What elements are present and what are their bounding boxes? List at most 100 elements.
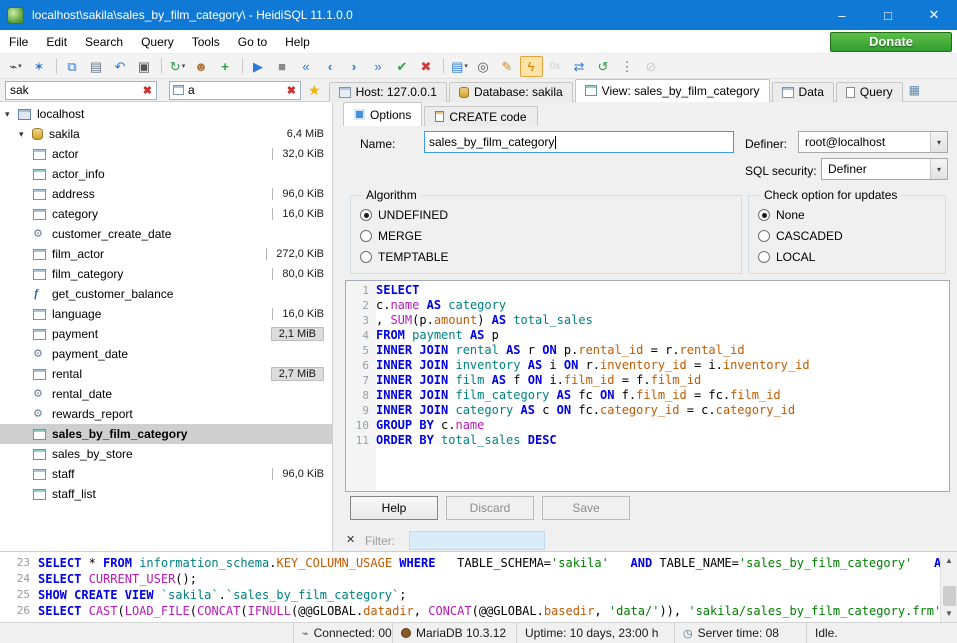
tree-item[interactable]: ▾ sakila 6,4 MiB bbox=[0, 124, 332, 144]
discard-button[interactable]: Discard bbox=[446, 496, 534, 520]
help-button[interactable]: Help bbox=[350, 496, 438, 520]
tree-item[interactable]: ▾ localhost bbox=[0, 104, 332, 124]
code-line: 3 , SUM(p.amount) AS total_sales bbox=[346, 313, 949, 328]
create-new-icon[interactable]: + bbox=[214, 56, 237, 77]
menu-item[interactable]: Edit bbox=[37, 30, 76, 53]
more-icon[interactable]: ⋮ bbox=[616, 56, 639, 77]
tree-item[interactable]: rental 2,7 MiB bbox=[0, 364, 332, 384]
export-icon[interactable]: ▤ bbox=[85, 56, 108, 77]
maximize-button[interactable]: □ bbox=[865, 0, 911, 30]
cancel-x-icon[interactable]: ✖ bbox=[415, 56, 438, 77]
scrollbar-thumb[interactable] bbox=[943, 586, 956, 606]
tree-item[interactable]: staff 96,0 KiB bbox=[0, 464, 332, 484]
menu-item[interactable]: Go to bbox=[229, 30, 276, 53]
tree-item[interactable]: payment 2,1 MiB bbox=[0, 324, 332, 344]
clear-filter-icon[interactable]: ✖ bbox=[139, 84, 156, 97]
menu-item[interactable]: File bbox=[0, 30, 37, 53]
tree-item[interactable]: actor 32,0 KiB bbox=[0, 144, 332, 164]
undo-icon[interactable]: ↶ bbox=[109, 56, 132, 77]
tree-item[interactable]: film_category 80,0 KiB bbox=[0, 264, 332, 284]
log-line: 25 SHOW CREATE VIEW `sakila`.`sales_by_f… bbox=[0, 587, 940, 603]
column-filter-input[interactable] bbox=[184, 83, 283, 97]
toolbar-separator[interactable] bbox=[56, 58, 57, 74]
tree-item[interactable]: language 16,0 KiB bbox=[0, 304, 332, 324]
tree-item[interactable]: address 96,0 KiB bbox=[0, 184, 332, 204]
view-name-input[interactable]: sales_by_film_category bbox=[424, 131, 734, 153]
tree-item[interactable]: staff_list bbox=[0, 484, 332, 504]
filter-input[interactable] bbox=[409, 531, 545, 550]
tree-item[interactable]: payment_date bbox=[0, 344, 332, 364]
apply-check-icon[interactable]: ✔ bbox=[391, 56, 414, 77]
scroll-up-icon[interactable]: ▲ bbox=[945, 552, 953, 569]
new-query-tab-button[interactable]: ▦ bbox=[909, 83, 920, 97]
main-tab[interactable]: Query bbox=[836, 82, 903, 102]
nav-first-icon[interactable]: « bbox=[295, 56, 318, 77]
definer-select[interactable]: root@localhost ▾ bbox=[798, 131, 948, 153]
chevron-down-icon[interactable]: ▾ bbox=[930, 132, 947, 152]
tree-item[interactable]: customer_create_date bbox=[0, 224, 332, 244]
tree-expander-icon[interactable]: ▾ bbox=[19, 129, 32, 140]
tree-item[interactable]: sales_by_film_category bbox=[0, 424, 332, 444]
tree-item[interactable]: rental_date bbox=[0, 384, 332, 404]
main-tab[interactable]: View: sales_by_film_category bbox=[575, 79, 770, 102]
swap-icon[interactable]: ⇄ bbox=[568, 56, 591, 77]
stop-icon[interactable]: ■ bbox=[271, 56, 294, 77]
menu-item[interactable]: Tools bbox=[183, 30, 229, 53]
menu-item[interactable]: Query bbox=[132, 30, 183, 53]
execute-icon[interactable]: ▶ bbox=[247, 56, 270, 77]
main-tab[interactable]: Data bbox=[772, 82, 834, 102]
tree-item[interactable]: rewards_report bbox=[0, 404, 332, 424]
reload-icon[interactable]: ↺ bbox=[592, 56, 615, 77]
lightning-toggle-icon[interactable]: ϟ bbox=[520, 56, 543, 77]
favorites-star-icon[interactable]: ★ bbox=[308, 82, 321, 99]
radio-cascaded[interactable]: CASCADED bbox=[758, 225, 945, 246]
close-button[interactable]: ✕ bbox=[911, 0, 957, 30]
refresh-icon[interactable]: ↻ ▾ bbox=[166, 56, 189, 77]
nav-next-icon[interactable]: › bbox=[343, 56, 366, 77]
tree-item[interactable]: sales_by_store bbox=[0, 444, 332, 464]
subtab[interactable]: CREATE code bbox=[424, 106, 537, 126]
scroll-down-icon[interactable]: ▼ bbox=[945, 605, 953, 622]
find-icon[interactable]: ◎ bbox=[472, 56, 495, 77]
nav-prev-icon[interactable]: ‹ bbox=[319, 56, 342, 77]
chevron-down-icon[interactable]: ▾ bbox=[930, 159, 947, 179]
save-button[interactable]: Save bbox=[542, 496, 630, 520]
toolbar-separator[interactable] bbox=[161, 58, 162, 74]
minimize-button[interactable]: – bbox=[819, 0, 865, 30]
highlighter-icon[interactable]: ✎ bbox=[496, 56, 519, 77]
main-tab[interactable]: Database: sakila bbox=[449, 82, 573, 102]
log-line-number: 24 bbox=[0, 571, 38, 587]
new-query-tab-icon[interactable]: ▤ ▾ bbox=[448, 56, 471, 77]
toolbar-separator[interactable] bbox=[242, 58, 243, 74]
subtab[interactable]: Options bbox=[343, 102, 422, 126]
main-tab[interactable]: Host: 127.0.0.1 bbox=[329, 82, 447, 102]
radio-merge[interactable]: MERGE bbox=[360, 225, 741, 246]
radio-none[interactable]: None bbox=[758, 204, 945, 225]
tree-expander-icon[interactable]: ▾ bbox=[5, 109, 18, 120]
toolbar-separator[interactable] bbox=[443, 58, 444, 74]
session-manager-icon[interactable]: ⌁ ▾ bbox=[4, 56, 27, 77]
donate-button[interactable]: Donate bbox=[830, 32, 952, 52]
log-scrollbar[interactable]: ▲ ▼ bbox=[940, 552, 957, 622]
new-window-icon[interactable]: ✶ bbox=[28, 56, 51, 77]
sql-security-select[interactable]: Definer ▾ bbox=[821, 158, 948, 180]
menu-item[interactable]: Help bbox=[276, 30, 319, 53]
print-icon[interactable]: ▣ bbox=[133, 56, 156, 77]
tree-item[interactable]: category 16,0 KiB bbox=[0, 204, 332, 224]
user-manager-icon[interactable]: ☻ bbox=[190, 56, 213, 77]
abort-icon[interactable]: ⊘ bbox=[640, 56, 663, 77]
radio-temptable[interactable]: TEMPTABLE bbox=[360, 246, 741, 267]
sql-editor[interactable]: 1 SELECT 2 c.name AS category 3 , SUM(p.… bbox=[345, 280, 950, 492]
tree-item[interactable]: get_customer_balance bbox=[0, 284, 332, 304]
radio-local[interactable]: LOCAL bbox=[758, 246, 945, 267]
close-filter-icon[interactable]: ✕ bbox=[346, 533, 355, 546]
copy-icon[interactable]: ⧉ bbox=[61, 56, 84, 77]
tree-item[interactable]: actor_info bbox=[0, 164, 332, 184]
tree-item[interactable]: film_actor 272,0 KiB bbox=[0, 244, 332, 264]
hex-toggle-icon[interactable]: 0x bbox=[544, 56, 567, 77]
clear-filter-icon[interactable]: ✖ bbox=[283, 84, 300, 97]
nav-last-icon[interactable]: » bbox=[367, 56, 390, 77]
menu-item[interactable]: Search bbox=[76, 30, 132, 53]
radio-undefined[interactable]: UNDEFINED bbox=[360, 204, 741, 225]
table-filter-input[interactable] bbox=[6, 83, 139, 97]
